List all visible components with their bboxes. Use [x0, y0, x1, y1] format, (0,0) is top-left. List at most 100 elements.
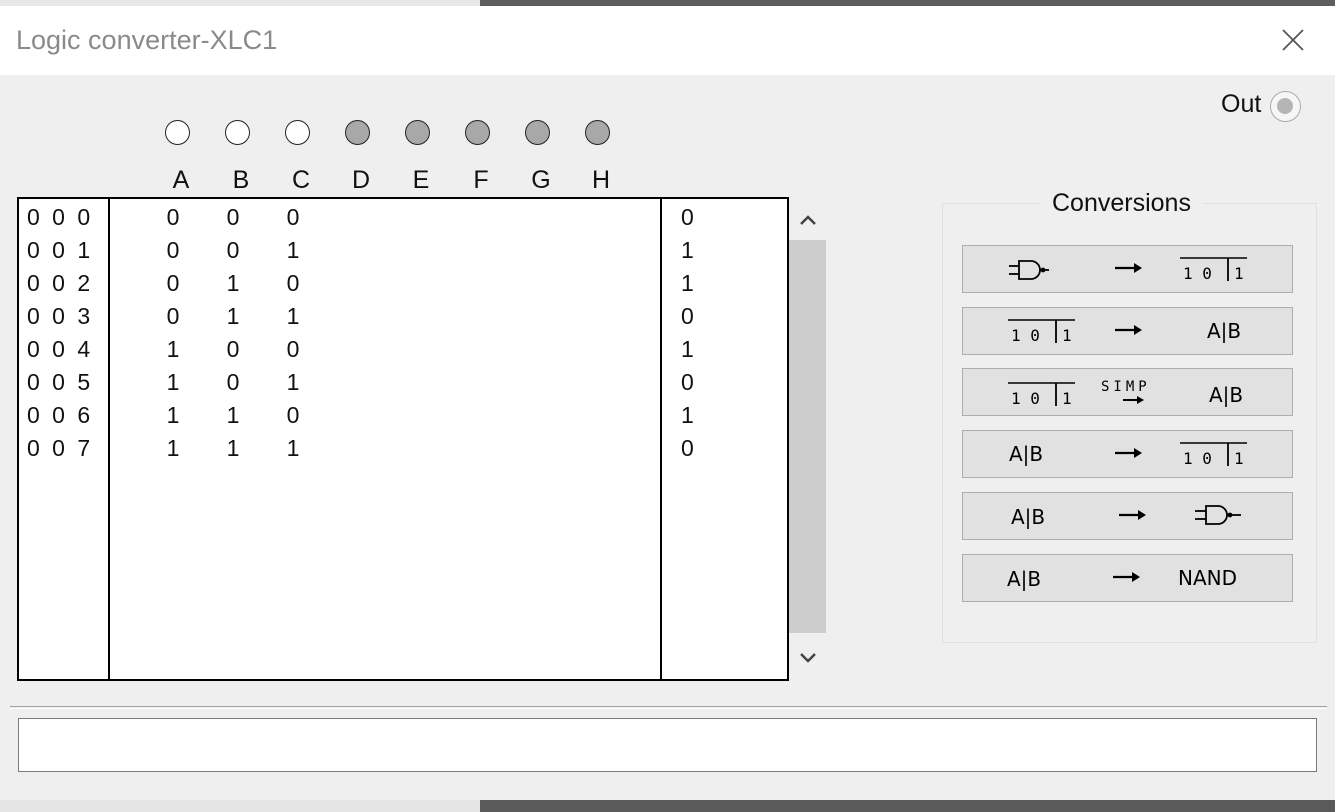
circuit-to-truth-table-button[interactable]: 1 0 1 — [962, 245, 1293, 293]
scroll-down-button[interactable] — [793, 646, 823, 670]
svg-text:1: 1 — [1062, 326, 1072, 345]
terminal-f[interactable] — [465, 120, 490, 145]
cell-c: 0 — [286, 402, 300, 428]
svg-text:1 0: 1 0 — [1183, 264, 1212, 283]
simp-label: SIMP — [1101, 379, 1151, 395]
cell-b: 0 — [226, 369, 240, 395]
terminal-b[interactable] — [225, 120, 250, 145]
arrow-icon — [1115, 263, 1142, 273]
cell-b: 1 — [226, 303, 240, 329]
row-index: 0 0 3 — [27, 303, 94, 329]
arrow-icon — [1119, 510, 1146, 520]
cell-b: 0 — [226, 336, 240, 362]
output-value[interactable]: 1 — [681, 402, 701, 432]
output-column-divider — [660, 199, 662, 679]
separator — [10, 706, 1327, 709]
cell-c: 1 — [286, 435, 300, 461]
gate-icon — [1009, 260, 1049, 280]
cell-a: 0 — [166, 237, 180, 263]
nand-label: NAND — [1178, 566, 1237, 590]
close-button[interactable] — [1270, 20, 1316, 60]
cell-c: 0 — [286, 270, 300, 296]
svg-text:1: 1 — [1062, 389, 1072, 408]
close-icon — [1282, 29, 1304, 51]
truth-table-icon: 1 0 1 — [1180, 257, 1247, 283]
truth-table-icon: 1 0 1 — [1008, 319, 1075, 345]
terminal-e[interactable] — [405, 120, 430, 145]
expression-to-nand-button[interactable]: A|B NAND — [962, 554, 1293, 602]
logic-converter-window: Logic converter-XLC1 Out A B C D E F G H… — [0, 6, 1335, 800]
terminal-c[interactable] — [285, 120, 310, 145]
cell-b: 0 — [226, 237, 240, 263]
scroll-up-button[interactable] — [793, 208, 823, 232]
expression-to-truth-table-button[interactable]: A|B 1 0 1 — [962, 430, 1293, 478]
svg-text:1: 1 — [1234, 264, 1244, 283]
output-value[interactable]: 1 — [681, 336, 701, 366]
truth-table-icon: 1 0 1 — [1008, 382, 1075, 408]
cell-b: 1 — [226, 402, 240, 428]
gate-icon — [1195, 505, 1241, 525]
output-value[interactable]: 0 — [681, 204, 701, 234]
title-bar: Logic converter-XLC1 — [0, 6, 1335, 75]
cell-a: 1 — [166, 402, 180, 428]
truth-table-to-expression-button[interactable]: 1 0 1 A|B — [962, 307, 1293, 355]
arrow-icon — [1115, 448, 1142, 458]
row-index: 0 0 1 — [27, 237, 94, 263]
table-scrollbar[interactable] — [789, 204, 826, 675]
variable-label-d: D — [351, 166, 371, 194]
variable-label-c: C — [291, 166, 311, 194]
variable-label-a: A — [172, 166, 190, 194]
boolean-expression-input[interactable] — [18, 718, 1317, 772]
cell-a: 0 — [166, 270, 180, 296]
terminal-h[interactable] — [585, 120, 610, 145]
output-value[interactable]: 0 — [681, 303, 701, 333]
background-bottom-strip — [0, 800, 1335, 812]
conversions-title: Conversions — [1040, 189, 1203, 218]
truth-table-to-simplified-expression-button[interactable]: 1 0 1 SIMP A|B — [962, 368, 1293, 416]
scroll-thumb[interactable] — [789, 240, 826, 633]
index-column-divider — [108, 199, 110, 679]
row-index: 0 0 2 — [27, 270, 94, 296]
variable-label-b: B — [232, 166, 250, 194]
arrow-icon — [1113, 572, 1140, 582]
variable-label-e: E — [412, 166, 430, 194]
cell-a: 0 — [166, 204, 180, 230]
cell-b: 1 — [226, 435, 240, 461]
row-index: 0 0 6 — [27, 402, 94, 428]
svg-text:1 0: 1 0 — [1011, 326, 1040, 345]
cell-a: 0 — [166, 303, 180, 329]
arrow-icon — [1123, 396, 1144, 404]
expression-icon: A|B — [1207, 319, 1241, 343]
expression-to-circuit-button[interactable]: A|B — [962, 492, 1293, 540]
expression-icon: A|B — [1009, 442, 1043, 466]
row-index: 0 0 4 — [27, 336, 94, 362]
cell-c: 0 — [286, 336, 300, 362]
cell-b: 1 — [226, 270, 240, 296]
output-value[interactable]: 1 — [681, 237, 701, 267]
row-index: 0 0 7 — [27, 435, 94, 461]
terminal-g[interactable] — [525, 120, 550, 145]
expression-icon: A|B — [1007, 567, 1041, 591]
row-index: 0 0 5 — [27, 369, 94, 395]
chevron-up-icon — [800, 215, 816, 225]
cell-a: 1 — [166, 336, 180, 362]
out-terminal[interactable] — [1270, 91, 1301, 122]
output-value[interactable]: 0 — [681, 369, 701, 399]
output-value[interactable]: 0 — [681, 435, 701, 465]
cell-a: 1 — [166, 435, 180, 461]
cell-b: 0 — [226, 204, 240, 230]
cell-c: 1 — [286, 303, 300, 329]
row-index: 0 0 0 — [27, 204, 94, 230]
output-value[interactable]: 1 — [681, 270, 701, 300]
variable-label-f: F — [473, 166, 489, 194]
cell-c: 1 — [286, 369, 300, 395]
terminal-a[interactable] — [165, 120, 190, 145]
cell-c: 0 — [286, 204, 300, 230]
truth-table-icon: 1 0 1 — [1180, 442, 1247, 468]
svg-text:1: 1 — [1234, 449, 1244, 468]
expression-icon: A|B — [1209, 383, 1243, 407]
chevron-down-icon — [800, 653, 816, 663]
truth-table[interactable]: 0 0 0 0 0 1 0 0 2 0 0 3 0 0 4 0 0 5 0 0 … — [17, 197, 789, 681]
terminal-d[interactable] — [345, 120, 370, 145]
svg-text:1 0: 1 0 — [1011, 389, 1040, 408]
